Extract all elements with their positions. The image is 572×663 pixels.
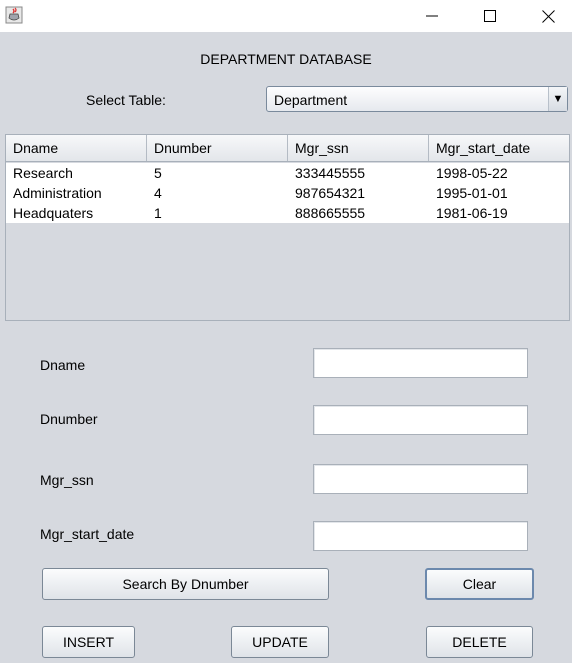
mgr-start-date-label: Mgr_start_date [40, 526, 135, 542]
minimize-button[interactable] [403, 0, 461, 32]
mgr-ssn-label: Mgr_ssn [40, 472, 94, 488]
cell-mgr-ssn: 333445555 [295, 165, 366, 181]
java-cup-icon [5, 6, 23, 24]
table-row[interactable]: Headquaters 1 888665555 1981-06-19 [6, 203, 569, 223]
table-row[interactable]: Research 5 333445555 1998-05-22 [6, 163, 569, 183]
cell-mgr-start-date: 1998-05-22 [436, 165, 508, 181]
table-row[interactable]: Administration 4 987654321 1995-01-01 [6, 183, 569, 203]
cell-dname: Administration [13, 185, 102, 201]
clear-button[interactable]: Clear [425, 568, 534, 600]
page-title: DEPARTMENT DATABASE [200, 51, 372, 67]
cell-mgr-start-date: 1981-06-19 [436, 205, 508, 221]
department-table[interactable]: Dname Dnumber Mgr_ssn Mgr_start_date Res… [5, 134, 570, 321]
dnumber-label: Dnumber [40, 411, 98, 427]
cell-mgr-ssn: 888665555 [295, 205, 366, 221]
chevron-down-icon[interactable]: ▼ [548, 87, 567, 111]
close-icon [541, 9, 555, 23]
dname-label: Dname [40, 357, 86, 373]
select-table-label: Select Table: [86, 92, 166, 108]
cell-dname: Headquaters [13, 205, 94, 221]
table-select-value: Department [274, 92, 348, 108]
cell-dname: Research [13, 165, 73, 181]
close-button[interactable] [519, 0, 572, 32]
mgr-ssn-field[interactable] [313, 464, 528, 494]
cell-mgr-start-date: 1995-01-01 [436, 185, 508, 201]
dname-field[interactable] [313, 348, 528, 378]
mgr-start-date-field[interactable] [313, 521, 528, 551]
maximize-button[interactable] [461, 0, 519, 32]
cell-dnumber: 1 [154, 205, 162, 221]
minimize-icon [426, 15, 438, 17]
maximize-icon [484, 10, 496, 22]
cell-mgr-ssn: 987654321 [295, 185, 366, 201]
cell-dnumber: 4 [154, 185, 162, 201]
update-button[interactable]: UPDATE [231, 626, 329, 658]
column-header-mgr-start-date[interactable]: Mgr_start_date [429, 135, 569, 161]
column-header-mgr-ssn[interactable]: Mgr_ssn [288, 135, 429, 161]
dnumber-field[interactable] [313, 405, 528, 435]
table-header: Dname Dnumber Mgr_ssn Mgr_start_date [6, 135, 569, 162]
table-select-dropdown[interactable]: Department ▼ [266, 86, 568, 112]
search-by-dnumber-button[interactable]: Search By Dnumber [42, 568, 329, 600]
insert-button[interactable]: INSERT [42, 626, 135, 658]
delete-button[interactable]: DELETE [426, 626, 533, 658]
cell-dnumber: 5 [154, 165, 162, 181]
column-header-dname[interactable]: Dname [6, 135, 147, 161]
column-header-dnumber[interactable]: Dnumber [147, 135, 288, 161]
title-bar [0, 0, 572, 32]
